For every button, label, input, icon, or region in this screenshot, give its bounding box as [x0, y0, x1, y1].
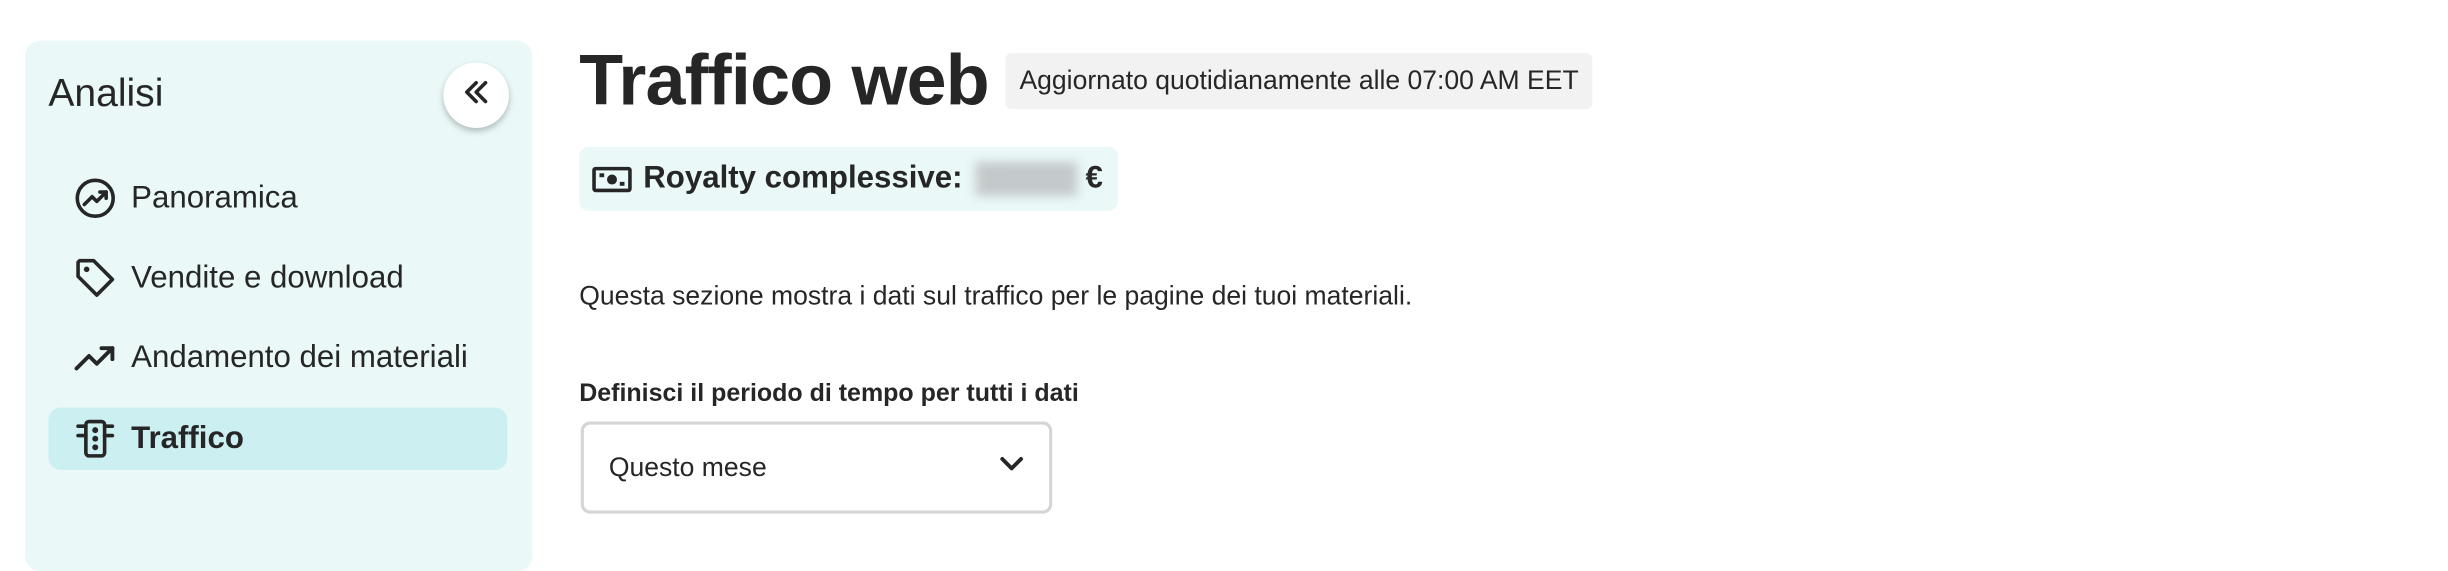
collapse-sidebar-button[interactable]: [443, 62, 509, 129]
traffic-light-icon: [73, 417, 117, 461]
sidebar-item-label: Vendite e download: [131, 259, 404, 295]
period-select[interactable]: Questo mese: [580, 421, 1053, 514]
sidebar-item-label: Panoramica: [131, 180, 298, 215]
royalty-summary: Royalty complessive: █████ €: [579, 146, 1119, 211]
sidebar-item-label: Andamento dei materiali: [131, 339, 468, 374]
banknote-icon: [592, 163, 633, 194]
royalty-label: Royalty complessive:: [643, 160, 963, 196]
sidebar: Analisi Panoramica Vendite e download An…: [24, 40, 533, 571]
royalty-currency: €: [1085, 160, 1103, 196]
section-description: Questa sezione mostra i dati sul traffic…: [579, 281, 1413, 311]
royalty-amount-redacted: █████: [971, 162, 1081, 196]
tag-icon: [73, 256, 117, 300]
chart-circle-icon: [73, 176, 117, 220]
sidebar-item-traffico[interactable]: Traffico: [48, 407, 508, 470]
sidebar-item-panoramica[interactable]: Panoramica: [48, 167, 507, 229]
trending-up-icon: [73, 336, 117, 380]
app-frame: Analisi Panoramica Vendite e download An…: [0, 0, 2448, 571]
period-selected-value: Questo mese: [608, 451, 767, 482]
period-label: Definisci il periodo di tempo per tutti …: [579, 380, 1079, 408]
page-title: Traffico web: [579, 39, 989, 121]
chevron-down-icon: [996, 448, 1027, 487]
sidebar-item-vendite[interactable]: Vendite e download: [48, 247, 507, 309]
sidebar-title: Analisi: [48, 71, 164, 116]
double-chevron-left-icon: [459, 74, 493, 116]
sidebar-item-andamento[interactable]: Andamento dei materiali: [48, 326, 507, 388]
sidebar-item-label: Traffico: [131, 420, 244, 456]
update-schedule-badge: Aggiornato quotidianamente alle 07:00 AM…: [1005, 53, 1593, 110]
